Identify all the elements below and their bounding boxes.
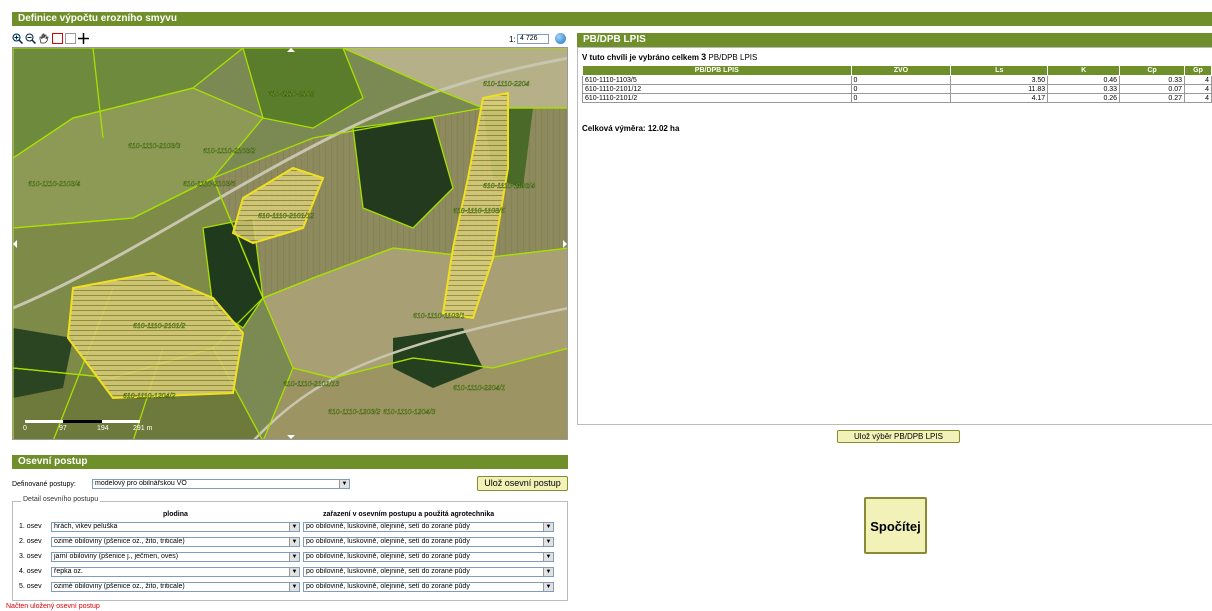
compute-button[interactable]: Spočítej (864, 497, 927, 554)
parcel-label: 610-1110-2103/6 (183, 181, 235, 188)
lpis-count: 3 (701, 52, 707, 62)
scale-bar-label-1: 97 (59, 425, 67, 432)
chevron-down-icon: ▼ (289, 568, 299, 576)
crosshair-icon[interactable] (78, 33, 89, 44)
deselect-rectangle-icon[interactable] (65, 33, 76, 44)
scale-bar-label-2: 194 (97, 425, 109, 432)
parcel-label: 610-1110-1204/2 (123, 393, 175, 400)
chevron-down-icon: ▼ (289, 523, 299, 531)
row-label: 1. osev (19, 523, 42, 530)
scale-bar-label-0: 0 (23, 425, 27, 432)
pan-hand-icon[interactable] (38, 33, 49, 44)
globe-icon[interactable] (555, 33, 566, 44)
lpis-title: PB/DPB LPIS (583, 34, 646, 45)
status-message: Načten uložený osevní postup (6, 603, 100, 610)
select-rectangle-icon[interactable] (52, 33, 63, 44)
osevni-title: Osevní postup (18, 456, 88, 467)
column-header: Gp (1183, 65, 1212, 76)
chevron-down-icon: ▼ (289, 583, 299, 591)
chevron-down-icon: ▼ (543, 583, 553, 591)
agro-select[interactable]: po obilovině, luskovině, olejnině, setí … (303, 537, 554, 547)
lpis-panel: V tuto chvíli je vybráno celkem 3 PB/DPB… (577, 47, 1212, 425)
parcel-label: 610-1110-1103/4 (483, 183, 535, 190)
lpis-table: PB/DPB LPIS ZVO Ls K Cp Gp 610-1110-1103… (582, 65, 1212, 103)
column-header: PB/DPB LPIS (582, 65, 852, 76)
agro-select[interactable]: po obilovině, luskovině, olejnině, setí … (303, 522, 554, 532)
crop-select[interactable]: ozimé obiloviny (pšenice oz., žito, trit… (51, 582, 300, 592)
osevni-detail-fieldset: Detail osevního postupu plodina zařazení… (12, 496, 568, 601)
zoom-in-icon[interactable] (12, 33, 24, 45)
map-toolbar: 1: 4 726 (12, 33, 568, 47)
parcel-label: 610-1110-2204/1 (453, 385, 505, 392)
page-header: Definice výpočtu erozního smyvu (12, 12, 1212, 26)
chevron-down-icon: ▼ (289, 538, 299, 546)
parcel-label: 610-1110-1204/3 (383, 409, 435, 416)
defined-procedures-select[interactable]: modelový pro obilnářskou VO ▼ (92, 479, 350, 489)
column-header: K (1047, 65, 1121, 76)
crop-select[interactable]: řepka oz. ▼ (51, 567, 300, 577)
pan-east-arrow[interactable] (563, 240, 567, 248)
save-osevni-button[interactable]: Ulož osevní postup (477, 476, 568, 491)
row-label: 4. osev (19, 568, 42, 575)
column-header: Ls (950, 65, 1049, 76)
pan-west-arrow[interactable] (13, 240, 17, 248)
lpis-header: PB/DPB LPIS (577, 33, 1212, 47)
page-title: Definice výpočtu erozního smyvu (18, 13, 177, 24)
crop-column-header: plodina (163, 511, 188, 518)
parcel-label: 610-1110-1103/5 (453, 208, 505, 215)
row-label: 5. osev (19, 583, 42, 590)
parcel-label: 610-1110-1103/1 (413, 313, 465, 320)
row-label: 3. osev (19, 553, 42, 560)
agro-select[interactable]: po obilovině, luskovině, olejnině, setí … (303, 552, 554, 562)
scale-input[interactable]: 4 726 (517, 34, 549, 44)
scale-bar-label-3: 291 m (133, 425, 153, 432)
parcel-label: 610-1110-2103/3 (128, 143, 180, 150)
chevron-down-icon: ▼ (543, 538, 553, 546)
column-header: Cp (1119, 65, 1185, 76)
crop-select[interactable]: ozimé obiloviny (pšenice oz., žito, trit… (51, 537, 300, 547)
osevni-detail-legend: Detail osevního postupu (21, 496, 101, 503)
lpis-summary: V tuto chvíli je vybráno celkem 3 PB/DPB… (582, 52, 758, 62)
scale-prefix: 1: (509, 35, 516, 44)
save-lpis-selection-button[interactable]: Ulož výběr PB/DPB LPIS (837, 430, 960, 443)
zoom-out-icon[interactable] (25, 33, 37, 45)
agro-select[interactable]: po obilovině, luskovině, olejnině, setí … (303, 582, 554, 592)
parcel-label: 610-1110-2101/13 (283, 381, 339, 388)
orthophoto-map[interactable]: 610-1110-2102 610-1110-2103/2 610-1110-2… (13, 48, 568, 440)
parcel-label: 610-1110-2103/2 (203, 148, 255, 155)
osevni-header: Osevní postup (12, 455, 568, 469)
agro-column-header: zařazení v osevním postupu a použitá agr… (323, 511, 495, 518)
crop-select[interactable]: hrách, vikev peluška ▼ (51, 522, 300, 532)
chevron-down-icon: ▼ (543, 553, 553, 561)
chevron-down-icon: ▼ (289, 553, 299, 561)
crop-select[interactable]: jarní obiloviny (pšenice j., ječmen, ove… (51, 552, 300, 562)
parcel-label: 610-1110-2101/2 (133, 323, 185, 330)
table-row[interactable]: 610-1110-2101/12 0 11.83 0.33 0.07 4 (582, 84, 1212, 94)
row-label: 2. osev (19, 538, 42, 545)
defined-procedures-label: Definované postupy: (12, 481, 76, 488)
parcel-label: 610-1110-2204 (483, 81, 530, 88)
pan-north-arrow[interactable] (287, 48, 295, 52)
pan-south-arrow[interactable] (287, 435, 295, 439)
agro-select[interactable]: po obilovině, luskovině, olejnině, setí … (303, 567, 554, 577)
parcel-label: 610-1110-2101/12 (258, 213, 314, 220)
total-area: Celková výměra: 12.02 ha (582, 124, 680, 133)
chevron-down-icon: ▼ (543, 568, 553, 576)
column-header: ZVO (850, 65, 952, 76)
table-row[interactable]: 610-1110-1103/5 0 3.50 0.46 0.33 4 (582, 75, 1212, 85)
chevron-down-icon: ▼ (543, 523, 553, 531)
parcel-label: 610-1110-2102 (268, 91, 315, 98)
table-row[interactable]: 610-1110-2101/2 0 4.17 0.26 0.27 4 (582, 93, 1212, 103)
map-view[interactable]: 610-1110-2102 610-1110-2103/2 610-1110-2… (12, 47, 568, 440)
scale-value: 4 726 (520, 35, 538, 42)
parcel-label: 610-1110-2103/4 (28, 181, 80, 188)
parcel-label: 610-1110-1203/2 (328, 409, 380, 416)
chevron-down-icon: ▼ (339, 480, 349, 488)
